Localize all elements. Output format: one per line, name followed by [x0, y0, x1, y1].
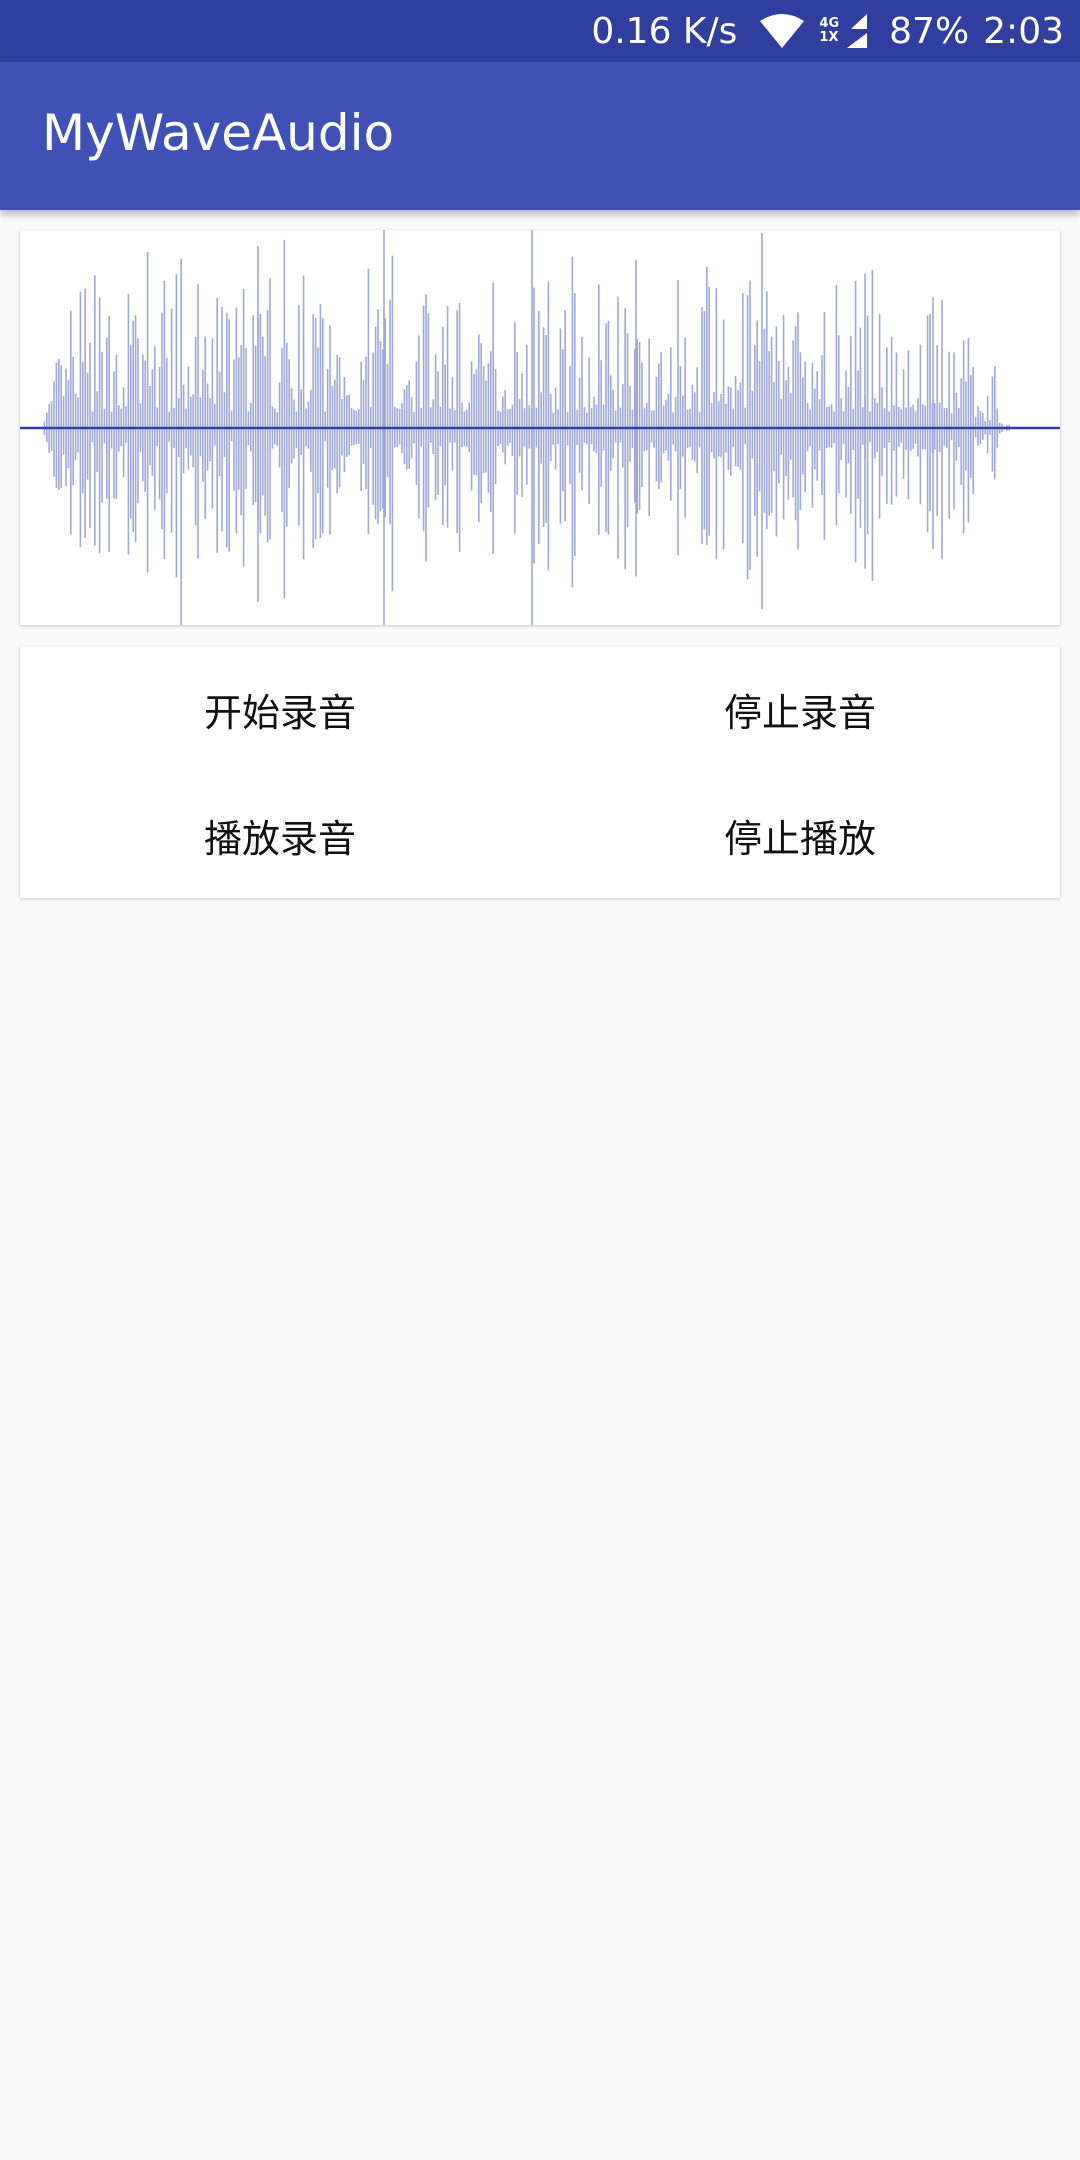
network-type-top: 4G — [819, 16, 840, 31]
net-speed: 0.16 K/s — [591, 10, 738, 52]
stop-play-button[interactable]: 停止播放 — [540, 772, 1060, 898]
app-title: MyWaveAudio — [42, 104, 395, 162]
waveform-graphic — [20, 230, 1060, 625]
stop-record-button[interactable]: 停止录音 — [540, 646, 1060, 772]
app-toolbar: MyWaveAudio — [0, 62, 1080, 210]
battery-level: 87% — [889, 10, 970, 52]
status-bar: 0.16 K/s 4G 1X 87% 2:03 — [0, 0, 1080, 62]
cell-signal-icon: 4G 1X — [819, 12, 868, 50]
play-record-button[interactable]: 播放录音 — [20, 772, 540, 898]
clock: 2:03 — [983, 10, 1064, 52]
wifi-icon — [759, 13, 805, 49]
waveform-view — [20, 230, 1060, 625]
network-type-bottom: 1X — [819, 30, 839, 45]
start-record-button[interactable]: 开始录音 — [20, 646, 540, 772]
controls-card: 开始录音 停止录音 播放录音 停止播放 — [20, 646, 1060, 898]
